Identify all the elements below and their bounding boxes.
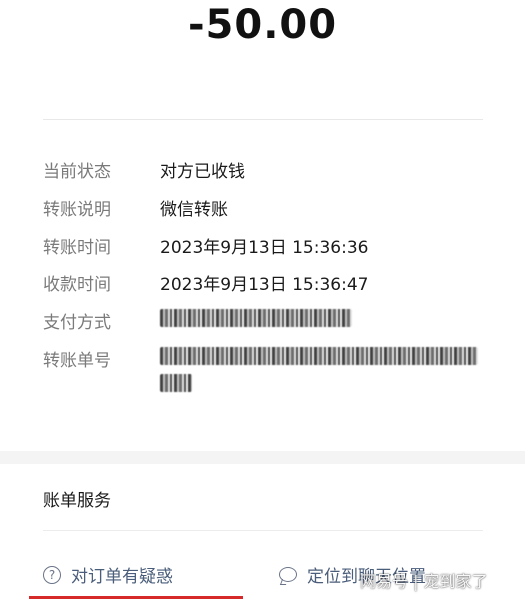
divider [43, 119, 483, 120]
detail-label: 转账说明 [43, 200, 111, 220]
detail-label: 支付方式 [43, 313, 111, 333]
detail-value: 2023年9月13日 15:36:36 [160, 238, 369, 258]
detail-value: 2023年9月13日 15:36:47 [160, 275, 369, 295]
chat-bubble-icon [279, 567, 297, 582]
detail-label: 当前状态 [43, 162, 111, 182]
transaction-amount: -50.00 [187, 2, 338, 48]
order-question-button[interactable]: ? 对订单有疑惑 [43, 562, 173, 587]
detail-label: 转账单号 [43, 351, 111, 371]
redacted-payment-method [160, 309, 352, 327]
watermark: 网易号 | 宠到家了 [360, 572, 488, 591]
detail-value: 微信转账 [160, 200, 228, 220]
highlight-underline [29, 596, 243, 599]
redacted-transfer-number-line2 [160, 374, 192, 392]
order-question-label: 对订单有疑惑 [71, 567, 173, 587]
detail-label: 收款时间 [43, 275, 111, 295]
divider [43, 530, 483, 531]
detail-label: 转账时间 [43, 238, 111, 258]
redacted-transfer-number [160, 347, 478, 365]
detail-value: 对方已收钱 [160, 162, 245, 182]
section-separator [0, 451, 525, 464]
bill-service-title: 账单服务 [43, 491, 111, 511]
question-circle-icon: ? [43, 565, 61, 584]
